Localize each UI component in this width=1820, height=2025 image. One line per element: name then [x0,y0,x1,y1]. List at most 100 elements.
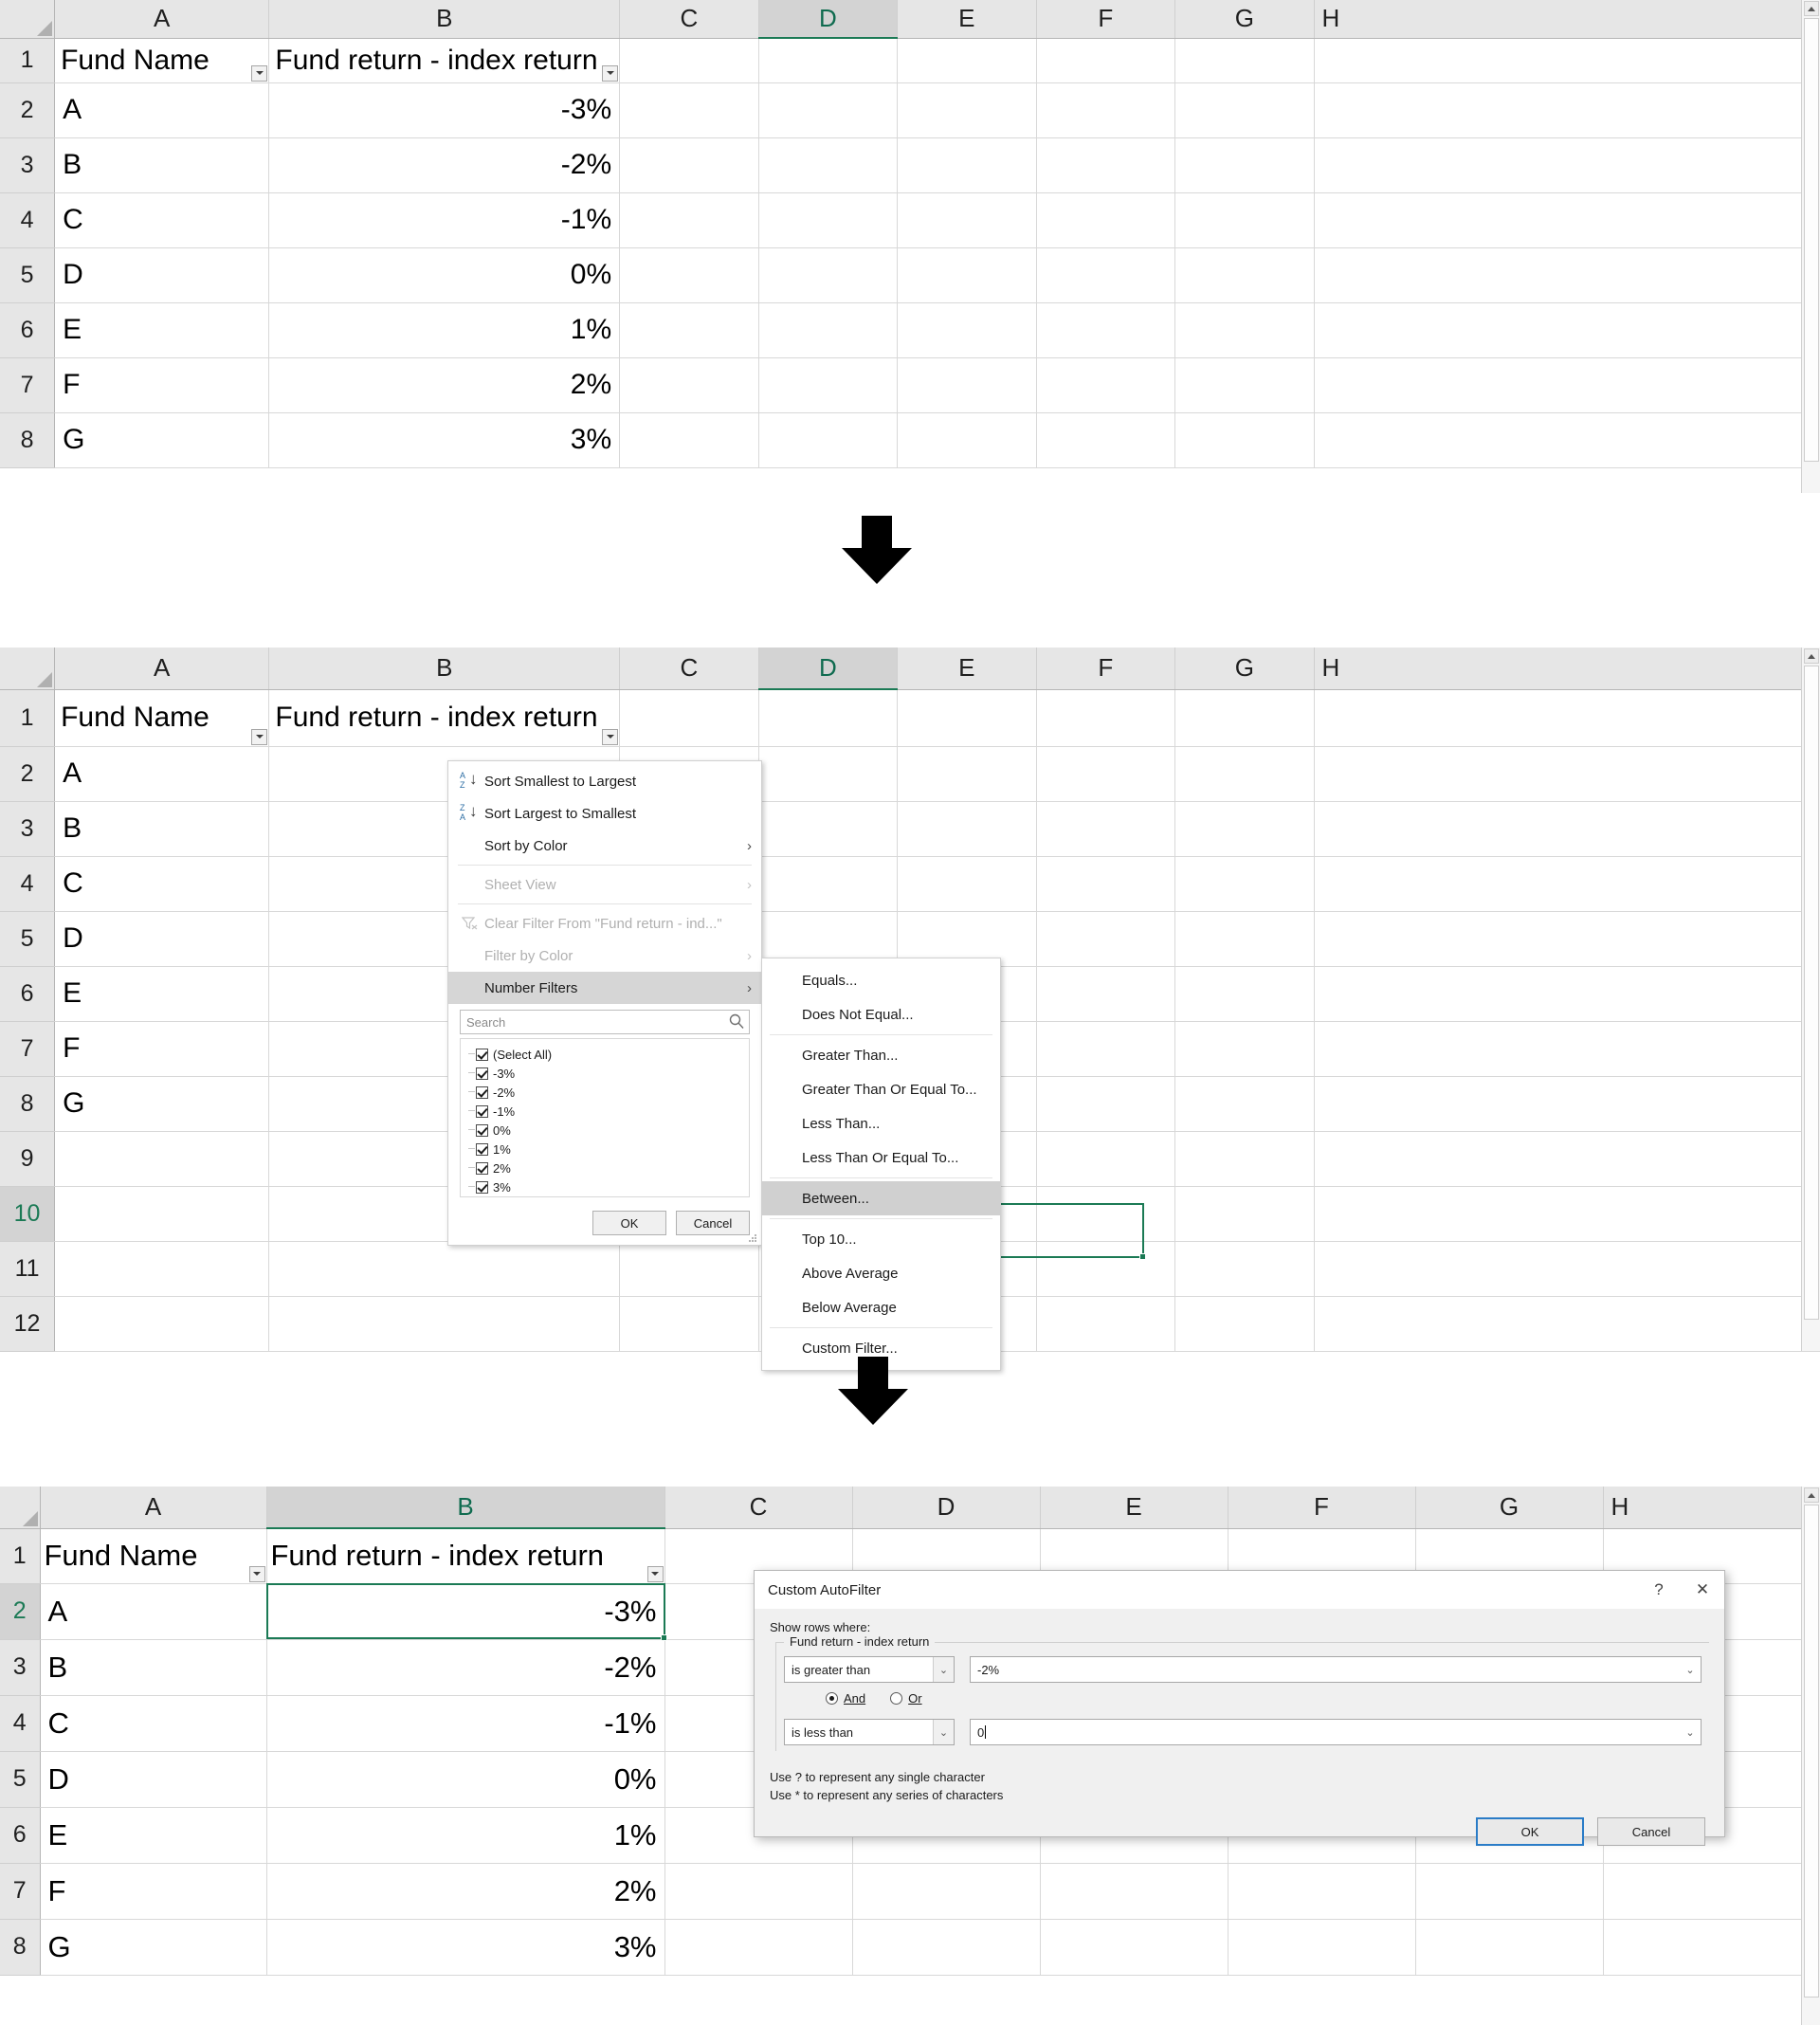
cell-b2[interactable]: -3% [266,1583,665,1640]
cell-d6[interactable] [758,302,899,358]
column-header-h-2[interactable]: H [1314,648,1820,690]
condition2-value-input[interactable]: 0 ⌄ [970,1719,1702,1745]
menu-item-sheet-view[interactable]: Sheet View › [448,868,761,901]
cell-b7[interactable]: 2% [268,357,621,413]
column-header-d[interactable]: D [758,0,899,39]
or-radio-option[interactable]: Or [890,1691,922,1706]
cell-b6[interactable]: 1% [266,1807,665,1864]
column-header-d-3[interactable]: D [852,1487,1041,1529]
cell-a10[interactable] [54,1186,270,1242]
row-header-1-3[interactable]: 1 [0,1528,41,1584]
row-header-6[interactable]: 6 [0,302,56,358]
cell-f10[interactable] [1036,1186,1176,1242]
cell-g5[interactable] [1174,247,1315,303]
column-header-b-3[interactable]: B [266,1487,665,1529]
cell-d4[interactable] [758,192,899,248]
cell-a6[interactable]: E [54,966,270,1022]
cell-f7[interactable] [1036,357,1176,413]
column-header-g-2[interactable]: G [1174,648,1315,690]
cell-e4[interactable] [897,856,1037,912]
cell-b5[interactable]: 0% [268,247,621,303]
checkbox-checked-icon[interactable] [476,1123,488,1137]
cell-a1[interactable]: Fund Name [54,38,270,83]
filter-option-3[interactable]: -1% [466,1102,749,1121]
row-header-2[interactable]: 2 [0,82,56,138]
column-header-g-3[interactable]: G [1415,1487,1604,1529]
cell-b4[interactable]: -1% [268,192,621,248]
cell-c3[interactable] [619,137,759,193]
column-header-e-3[interactable]: E [1040,1487,1228,1529]
filter-value-list[interactable]: (Select All) -3% -2% -1% 0% 1% 2% 3% [460,1038,750,1197]
cell-e1[interactable] [897,38,1037,83]
cell-b8[interactable]: 3% [268,412,621,468]
cell-a6[interactable]: E [40,1807,267,1864]
help-icon[interactable]: ? [1637,1571,1681,1609]
checkbox-checked-icon[interactable] [476,1085,488,1099]
row-header-7[interactable]: 7 [0,1863,41,1920]
filter-search-input[interactable]: Search [460,1010,750,1034]
cell-e3[interactable] [897,801,1037,857]
cell-a5[interactable]: D [40,1751,267,1808]
row-header-3[interactable]: 3 [0,137,56,193]
cell-h4[interactable] [1314,856,1820,912]
cell-a3[interactable]: B [54,801,270,857]
cell-g9[interactable] [1174,1131,1315,1187]
cell-d2[interactable] [758,746,899,802]
cell-e8[interactable] [897,412,1037,468]
cell-f8[interactable] [1036,412,1176,468]
cell-f2[interactable] [1036,746,1176,802]
cell-h6[interactable] [1314,966,1820,1022]
filter-button-a1[interactable] [251,64,268,82]
submenu-item-3[interactable]: Greater Than Or Equal To... [762,1072,1000,1106]
row-header-8[interactable]: 8 [0,412,56,468]
cell-h7[interactable] [1314,357,1820,413]
row-header-4[interactable]: 4 [0,856,56,912]
cell-f4[interactable] [1036,856,1176,912]
menu-item-number-filters[interactable]: Number Filters › [448,972,761,1004]
select-all-corner-3[interactable] [0,1487,41,1529]
vertical-scrollbar-initial[interactable] [1801,0,1820,493]
cell-h3[interactable] [1314,137,1820,193]
cell-b2[interactable]: -3% [268,82,621,138]
column-header-c-3[interactable]: C [664,1487,853,1529]
submenu-item-6[interactable]: Between... [762,1181,1000,1215]
cell-a5[interactable]: D [54,911,270,967]
cell-b3[interactable]: -2% [268,137,621,193]
cell-g7[interactable] [1174,1021,1315,1077]
chevron-down-icon[interactable]: ⌄ [933,1720,954,1744]
scroll-up-arrow-icon[interactable] [1804,648,1819,664]
scrollbar-thumb[interactable] [1804,1505,1819,1998]
submenu-item-9[interactable]: Below Average [762,1290,1000,1324]
cell-b1-3[interactable]: Fund return - index return [266,1527,665,1584]
row-header-11[interactable]: 11 [0,1241,56,1297]
cell-a11[interactable] [54,1241,270,1297]
column-header-a[interactable]: A [54,0,270,39]
cell-d3[interactable] [758,801,899,857]
column-header-d-2[interactable]: D [758,648,899,690]
scroll-up-arrow-icon[interactable] [1804,1487,1819,1503]
cell-a9[interactable] [54,1131,270,1187]
cell-a6[interactable]: E [54,302,270,358]
cell-d8[interactable] [758,412,899,468]
vertical-scrollbar-filter-menu[interactable] [1801,648,1820,1351]
filter-option-5[interactable]: 1% [466,1140,749,1158]
cell-c2[interactable] [619,82,759,138]
and-radio-option[interactable]: And [826,1691,865,1706]
checkbox-checked-icon[interactable] [476,1104,488,1118]
cell-c4[interactable] [619,192,759,248]
submenu-item-8[interactable]: Above Average [762,1256,1000,1290]
cell-g6[interactable] [1174,302,1315,358]
cell-d7[interactable] [852,1863,1041,1920]
filter-option-0[interactable]: (Select All) [466,1045,749,1064]
cell-c1-2[interactable] [619,689,759,747]
filter-option-7[interactable]: 3% [466,1177,749,1196]
cell-g7[interactable] [1174,357,1315,413]
cell-d3[interactable] [758,137,899,193]
cell-h12[interactable] [1314,1296,1820,1352]
cell-b12[interactable] [268,1296,621,1352]
cell-d4[interactable] [758,856,899,912]
filter-button-b1-2[interactable] [602,728,619,745]
column-header-f-2[interactable]: F [1036,648,1176,690]
filter-button-b1[interactable] [602,64,619,82]
column-header-f-3[interactable]: F [1228,1487,1416,1529]
